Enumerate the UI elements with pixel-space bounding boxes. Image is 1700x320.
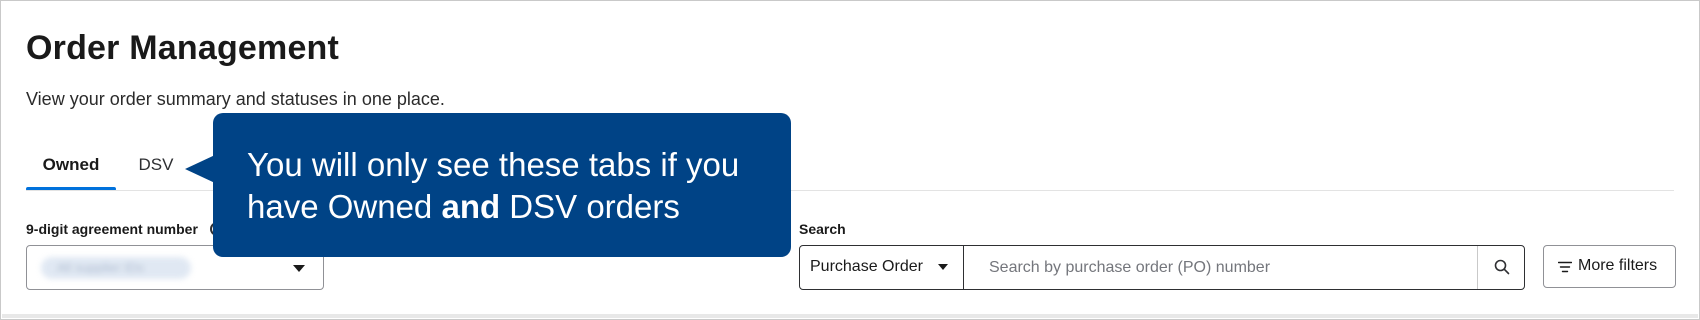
search-button[interactable]	[1477, 246, 1524, 289]
page-title: Order Management	[26, 29, 340, 67]
callout-text-bold: and	[441, 188, 501, 225]
agreement-number-label: 9-digit agreement number	[26, 221, 198, 237]
search-type-value: Purchase Order	[810, 258, 923, 275]
callout-text-part2: DSV orders	[500, 188, 680, 225]
agreement-number-value: All supplier IDs	[41, 257, 191, 279]
more-filters-button[interactable]: More filters	[1543, 245, 1676, 288]
tab-dsv[interactable]: DSV	[126, 141, 186, 191]
order-management-panel: Order Management View your order summary…	[0, 0, 1700, 320]
page-subtitle: View your order summary and statuses in …	[26, 89, 445, 109]
search-input[interactable]	[965, 246, 1477, 289]
filter-icon	[1558, 261, 1572, 273]
chevron-down-icon	[938, 264, 948, 270]
callout-text: You will only see these tabs if you have…	[247, 144, 767, 228]
chevron-down-icon	[293, 265, 305, 272]
tabs-callout-tooltip: You will only see these tabs if you have…	[213, 113, 791, 257]
panel-bottom-strip	[2, 314, 1698, 318]
search-group: Purchase Order	[799, 245, 1525, 290]
search-icon	[1494, 259, 1510, 275]
search-label: Search	[799, 221, 846, 237]
tab-owned[interactable]: Owned	[26, 141, 116, 191]
callout-pointer	[185, 155, 215, 183]
more-filters-label: More filters	[1578, 257, 1658, 274]
search-type-select[interactable]: Purchase Order	[800, 246, 964, 289]
